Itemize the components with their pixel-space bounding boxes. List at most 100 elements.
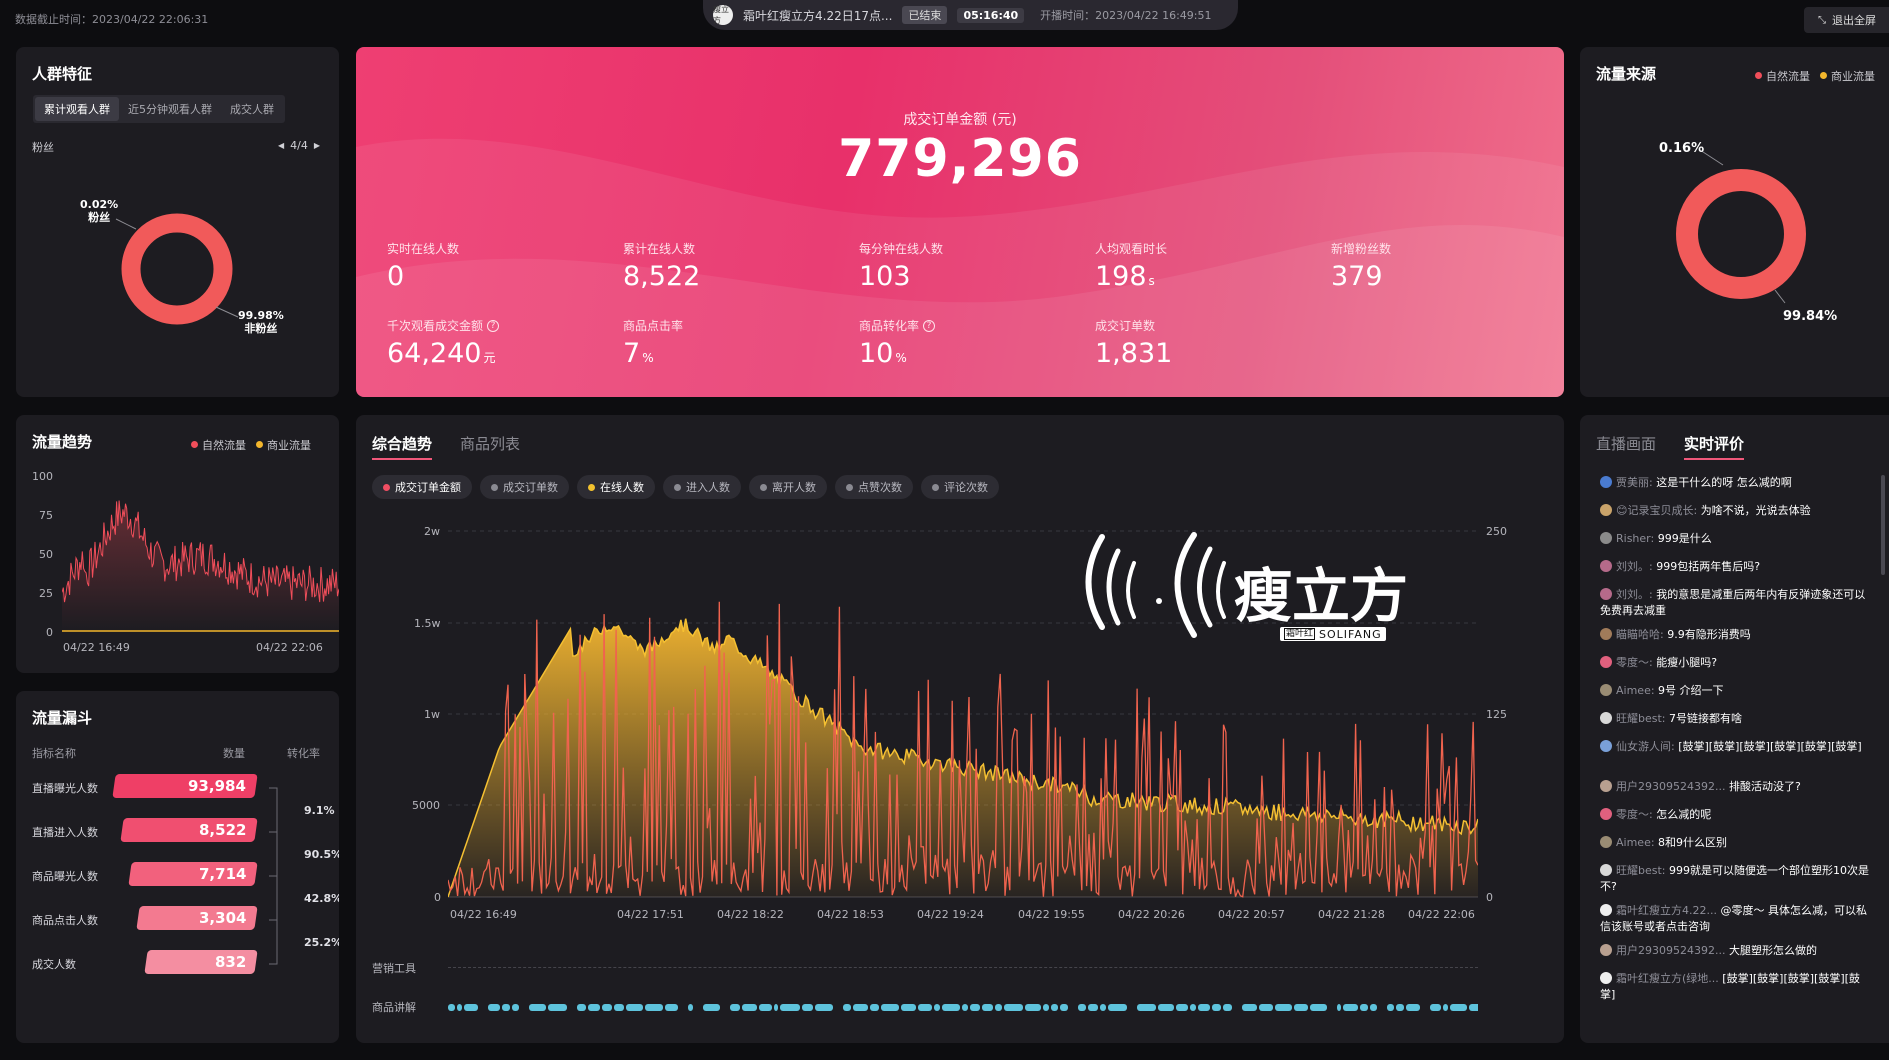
commenter-name: 刘刘。: [1616,588,1653,601]
x-tick: 04/22 21:28 [1318,908,1385,921]
tab-cumulative-viewers[interactable]: 累计观看人群 [35,97,119,121]
funnel-head-rate: 转化率 [287,747,320,760]
commenter-name: 零度～: [1616,808,1653,821]
help-icon[interactable]: ? [923,319,936,332]
explain-segment [1100,1004,1106,1011]
explain-segment [1360,1004,1368,1011]
metric-label: 实时在线人数 [387,242,460,256]
help-icon[interactable]: ? [487,319,500,332]
chip-enter-count[interactable]: 进入人数 [663,475,741,499]
exit-fullscreen-button[interactable]: ⤡ 退出全屏 [1804,7,1889,33]
comment-text: [鼓掌][鼓掌][鼓掌][鼓掌][鼓掌][鼓掌] [1678,740,1862,753]
comment-item: 零度～: 能瘦小腿吗? [1600,655,1875,671]
tab-live-view[interactable]: 直播画面 [1596,433,1656,454]
explain-segment [626,1004,643,1011]
commenter-avatar-icon [1600,712,1612,724]
explain-segment [1088,1004,1098,1011]
metric-value: 0 [387,261,405,292]
x-tick: 04/22 17:51 [617,908,684,921]
x-tick: 04/22 20:26 [1118,908,1185,921]
funnel-label: 直播进入人数 [32,826,98,839]
metric-value: 1,831 [1095,338,1173,369]
comments-scrollbar[interactable] [1881,475,1885,575]
tab-product-list[interactable]: 商品列表 [460,433,520,454]
commenter-name: 瞄瞄哈哈: [1616,628,1664,641]
comment-item: 零度～: 怎么减的呢 [1600,807,1875,823]
traffic-source-legend: 自然流量 商业流量 [1755,68,1875,84]
explain-segment [1043,1004,1049,1011]
live-duration: 05:16:40 [957,7,1025,23]
crowd-section-label: 粉丝 [32,141,54,154]
metric-value: 8,522 [623,261,701,292]
explain-segment [843,1004,851,1011]
x-tick: 04/22 18:22 [717,908,784,921]
brand-name: 瘦立方 [1234,562,1409,630]
nonfans-label: 非粉丝 [244,322,278,335]
funnel-rate: 90.5% [304,848,339,861]
metric-label: 商品点击率 [623,319,684,333]
comment-item: Aimee: 8和9什么区别 [1600,835,1875,851]
tab-realtime-comments[interactable]: 实时评价 [1684,433,1745,460]
product-explain-track [448,1004,1478,1011]
comment-item: 用户29309524392... 大腿塑形怎么做的 [1600,943,1875,959]
chip-leave-count[interactable]: 离开人数 [749,475,827,499]
comment-text: 8和9什么区别 [1658,836,1728,849]
tab-recent-viewers[interactable]: 近5分钟观看人群 [119,97,221,121]
funnel-bar: 832 [144,950,258,974]
x-tick: 04/22 19:24 [917,908,984,921]
commenter-name: Risher: [1616,532,1655,545]
tab-overall-trend[interactable]: 综合趋势 [372,433,433,460]
commenter-name: 仙女游人间: [1616,740,1675,753]
chip-like-count[interactable]: 点赞次数 [835,475,913,499]
commenter-avatar-icon [1600,684,1612,696]
pager-prev-icon[interactable]: ◀ [278,141,284,150]
live-session-bar: 瘦立方 霜叶红瘦立方4.22日17点... 已结束 05:16:40 开播时间：… [703,0,1238,30]
explain-segment [918,1004,932,1011]
metric-value: 103 [859,261,911,292]
commenter-name: 霜叶红瘦立方4.22... [1616,904,1717,917]
metric-chips: 成交订单金额 成交订单数 在线人数 进入人数 离开人数 点赞次数 评论次数 [372,475,1007,499]
explain-segment [688,1004,693,1011]
traffic-trend-panel: 流量趋势 自然流量 商业流量 100 75 50 25 0 04/22 16:4… [16,415,339,673]
commenter-name: 刘刘。: [1616,560,1653,573]
explain-segment [457,1004,462,1011]
explain-segment [1212,1004,1221,1011]
pager-next-icon[interactable]: ▶ [314,141,320,150]
y-left-tick: 5000 [412,799,440,812]
comment-text: 9.9有隐形消费吗 [1667,628,1751,641]
explain-segment [1310,1004,1327,1011]
metric-label: 商品转化率 [859,319,920,333]
commercial-pct: 0.16% [1659,141,1705,156]
tab-buyers[interactable]: 成交人群 [221,97,283,121]
chip-online-users[interactable]: 在线人数 [577,475,655,499]
chip-order-count[interactable]: 成交订单数 [480,475,569,499]
traffic-trend-chart [62,500,339,632]
brand-watermark: 瘦立方 霜叶红 SOLIFANG [1084,527,1424,667]
explain-segment [1343,1004,1358,1011]
comment-item: 霜叶红瘦立方4.22... @零度～ 具体怎么减，可以私信该账号或者点击咨询 [1600,903,1875,935]
traffic-trend-legend: 自然流量 商业流量 [191,437,311,453]
comment-item: 用户29309524392... 排酸活动没了? [1600,779,1875,795]
metric-value: 379 [1331,261,1383,292]
fans-leader-line [115,218,137,230]
explain-segment [1259,1004,1273,1011]
chip-comment-count[interactable]: 评论次数 [921,475,999,499]
funnel-rate: 25.2% [304,936,339,949]
sales-hero-panel: 成交订单金额 (元) 779,296 实时在线人数 0 累计在线人数 8,522… [356,47,1564,397]
explain-segment [1108,1004,1127,1011]
commenter-name: Aimee: [1616,836,1655,849]
explain-segment [780,1004,800,1011]
traffic-source-title: 流量来源 [1596,65,1657,83]
metric-label: 成交订单数 [1095,319,1156,333]
metric-avg-watch-time: 人均观看时长 198 s [1095,240,1325,292]
comment-text: 7号链接都有啥 [1669,712,1742,725]
natural-leader-line [1774,289,1786,304]
explain-segment [1469,1004,1478,1011]
chip-order-amount[interactable]: 成交订单金额 [372,475,472,499]
y-tick: 0 [46,626,53,639]
metric-new-fans: 新增粉丝数 379 [1331,240,1561,292]
commenter-avatar-icon [1600,808,1612,820]
explain-segment [742,1004,757,1011]
metric-value: 64,240 [387,338,482,369]
explain-segment [1223,1004,1232,1011]
